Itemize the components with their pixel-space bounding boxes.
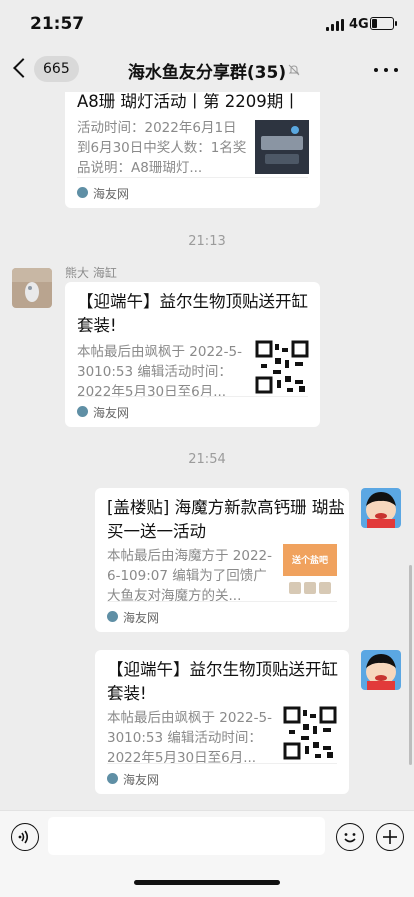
card-source: 海友网	[77, 396, 308, 427]
status-time: 21:57	[30, 14, 85, 34]
promo-thumbnail: 送个盐吧	[283, 544, 337, 598]
chat-title: 海水鱼友分享群(35)	[127, 63, 287, 83]
more-functions-button[interactable]	[376, 823, 404, 851]
voice-input-button[interactable]	[11, 823, 39, 851]
sender-avatar[interactable]	[12, 268, 52, 308]
sender-name: 熊大 海缸	[65, 266, 117, 280]
link-card-message[interactable]: 【迎端午】益尔生物顶贴送开缸套装! 本帖最后由飒枫于 2022-5-3010:5…	[65, 282, 320, 427]
site-logo-icon	[77, 187, 88, 198]
card-description: 本帖最后由飒枫于 2022-5-3010:53 编辑活动时间：2022年5月30…	[77, 344, 242, 400]
card-title: 【迎端午】益尔生物顶贴送开缸套装!	[107, 660, 338, 703]
card-source: 海友网	[107, 763, 337, 794]
qr-code-thumbnail	[283, 706, 337, 760]
home-indicator	[134, 880, 280, 885]
site-logo-icon	[107, 611, 118, 622]
site-logo-icon	[77, 406, 88, 417]
link-card-message[interactable]: 【迎端午】益尔生物顶贴送开缸套装! 本帖最后由飒枫于 2022-5-3010:5…	[95, 650, 349, 794]
plus-icon	[383, 830, 397, 844]
status-bar: 21:57 4G	[0, 0, 414, 48]
self-avatar[interactable]	[361, 650, 401, 690]
chat-header: 665 海水鱼友分享群(35)	[0, 48, 414, 92]
message-list[interactable]: A8珊 瑚灯活动丨第 2209期丨 活动时间：2022年6月1日到6月30日中奖…	[0, 92, 414, 810]
emoji-button[interactable]	[336, 823, 364, 851]
source-name: 海友网	[93, 406, 130, 420]
scrollbar[interactable]	[409, 565, 412, 765]
voice-icon	[18, 830, 29, 844]
source-name: 海友网	[93, 187, 130, 201]
message-text-input[interactable]	[48, 817, 325, 855]
card-description: 活动时间：2022年6月1日到6月30日中奖人数：1名奖品说明：A8珊瑚灯...	[77, 120, 247, 176]
network-label: 4G	[349, 17, 369, 32]
mute-bell-icon	[288, 64, 300, 76]
product-thumbnail	[255, 120, 309, 174]
card-title: 【迎端午】益尔生物顶贴送开缸套装!	[77, 292, 308, 335]
card-description: 本帖最后由飒枫于 2022-5-3010:53 编辑活动时间：2022年5月30…	[107, 710, 272, 766]
source-name: 海友网	[123, 773, 160, 787]
link-card-message[interactable]: A8珊 瑚灯活动丨第 2209期丨 活动时间：2022年6月1日到6月30日中奖…	[65, 92, 320, 208]
more-options-button[interactable]	[374, 66, 398, 74]
message-timestamp: 21:54	[188, 452, 226, 467]
battery-icon	[370, 17, 397, 30]
link-card-message[interactable]: [盖楼贴] 海魔方新款高钙珊 瑚盐买一送一活动 本帖最后由海魔方于 2022-6…	[95, 488, 349, 632]
card-source: 海友网	[77, 177, 308, 208]
card-source: 海友网	[107, 601, 337, 632]
qr-code-thumbnail	[255, 340, 309, 394]
promo-thumbnail-text: 送个盐吧	[291, 556, 328, 566]
signal-icon	[326, 19, 344, 31]
card-title: A8珊 瑚灯活动丨第 2209期丨	[77, 92, 300, 111]
site-logo-icon	[107, 773, 118, 784]
card-description: 本帖最后由海魔方于 2022-6-109:07 编辑为了回馈广大鱼友对海魔方的关…	[107, 548, 273, 604]
message-timestamp: 21:13	[188, 234, 226, 249]
card-title: [盖楼贴] 海魔方新款高钙珊 瑚盐买一送一活动	[107, 498, 345, 541]
source-name: 海友网	[123, 611, 160, 625]
self-avatar[interactable]	[361, 488, 401, 528]
emoji-icon	[344, 833, 356, 843]
